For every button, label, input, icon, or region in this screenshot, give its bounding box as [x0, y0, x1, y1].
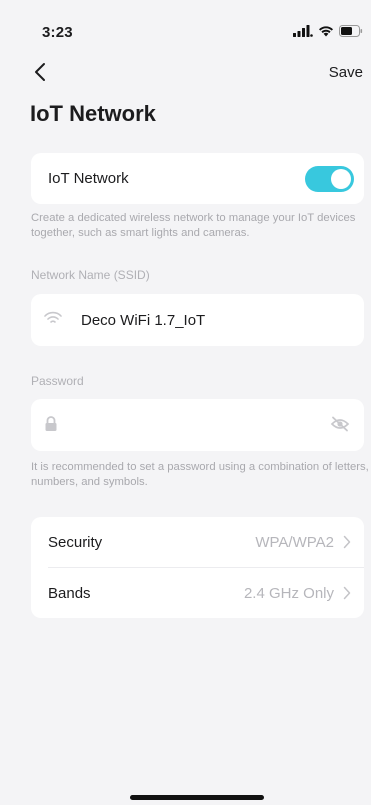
iot-network-toggle-card: IoT Network: [31, 153, 364, 204]
save-button[interactable]: Save: [329, 64, 363, 81]
wifi-icon: [43, 310, 63, 331]
bands-value: 2.4 GHz Only: [243, 585, 334, 602]
ssid-value: Deco WiFi 1.7_IoT: [81, 312, 206, 329]
status-icons: [293, 24, 363, 42]
bands-row[interactable]: Bands 2.4 GHz Only: [31, 568, 364, 618]
password-section-label: Password: [31, 374, 84, 388]
chevron-right-icon: [343, 535, 351, 554]
home-indicator: [130, 795, 264, 800]
security-row[interactable]: Security WPA/WPA2: [31, 517, 364, 568]
cellular-signal-icon: [293, 24, 313, 42]
page-title: IoT Network: [30, 101, 156, 126]
security-value: WPA/WPA2: [255, 534, 334, 551]
bands-label: Bands: [48, 585, 91, 602]
battery-icon: [339, 24, 363, 42]
toggle-knob: [331, 169, 351, 189]
chevron-right-icon: [343, 586, 351, 605]
iot-network-toggle[interactable]: [305, 166, 354, 192]
nav-bar: Save: [0, 58, 371, 92]
lock-icon: [44, 416, 58, 437]
ssid-field[interactable]: Deco WiFi 1.7_IoT: [31, 294, 364, 346]
chevron-left-icon: [34, 62, 46, 87]
password-hint: It is recommended to set a password usin…: [31, 461, 369, 488]
back-button[interactable]: [26, 60, 54, 88]
wifi-status-icon: [318, 24, 334, 42]
settings-list: Security WPA/WPA2 Bands 2.4 GHz Only: [31, 517, 364, 618]
iot-network-hint: Create a dedicated wireless network to m…: [31, 212, 356, 239]
security-label: Security: [48, 534, 103, 551]
ssid-section-label: Network Name (SSID): [31, 268, 150, 282]
status-bar: 3:23: [0, 0, 371, 58]
password-field[interactable]: [31, 399, 364, 451]
iot-network-toggle-label: IoT Network: [48, 170, 129, 187]
eye-off-icon[interactable]: [330, 416, 350, 437]
status-time: 3:23: [42, 24, 73, 41]
